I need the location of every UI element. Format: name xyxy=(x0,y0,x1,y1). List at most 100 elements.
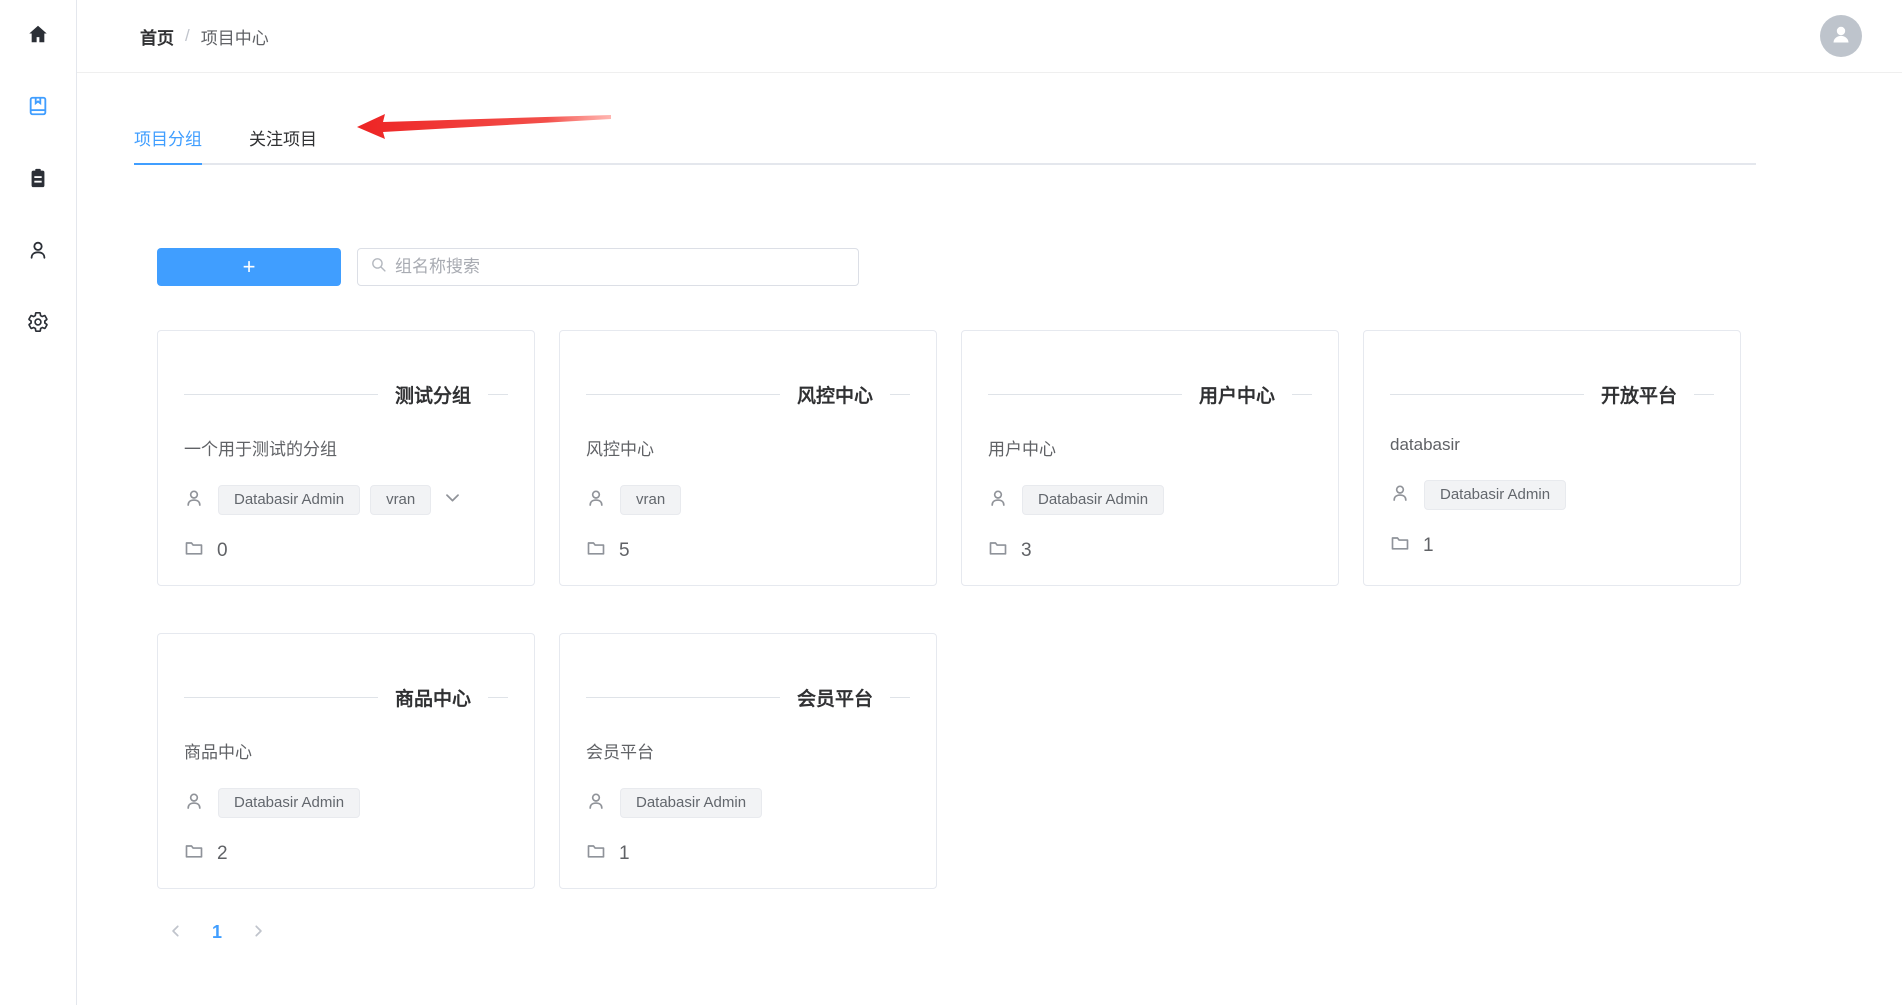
member-tag: Databasir Admin xyxy=(1022,485,1164,515)
member-row: Databasir Admin xyxy=(184,788,508,818)
sidebar-item-users[interactable] xyxy=(26,240,50,264)
member-tags: Databasir Admin xyxy=(620,788,762,818)
header: 首页 / 项目中心 xyxy=(77,0,1902,73)
count-row: 5 xyxy=(586,538,910,563)
gear-icon xyxy=(27,311,49,338)
divider-line xyxy=(890,697,910,698)
sidebar-item-projects[interactable] xyxy=(26,96,50,120)
group-card[interactable]: 用户中心 用户中心 Databasir Admin 3 xyxy=(961,330,1339,586)
divider-line xyxy=(1390,394,1584,395)
chevron-down-icon xyxy=(443,488,462,512)
project-count: 5 xyxy=(619,540,630,562)
tab-bar: 项目分组 关注项目 xyxy=(134,125,1756,165)
count-row: 3 xyxy=(988,538,1312,563)
search-box xyxy=(357,248,859,286)
group-title: 商品中心 xyxy=(395,684,471,711)
group-description: 会员平台 xyxy=(586,738,910,763)
home-icon xyxy=(27,23,49,50)
page-number[interactable]: 1 xyxy=(201,922,233,943)
tab-project-groups[interactable]: 项目分组 xyxy=(134,125,202,163)
group-card[interactable]: 开放平台 databasir Databasir Admin 1 xyxy=(1363,330,1741,586)
breadcrumb-separator: / xyxy=(185,26,190,46)
member-tags: vran xyxy=(620,485,681,515)
search-input[interactable] xyxy=(395,257,846,277)
project-count: 1 xyxy=(619,843,630,865)
divider-line xyxy=(488,394,508,395)
project-count: 3 xyxy=(1021,540,1032,562)
divider-line xyxy=(488,697,508,698)
sidebar-item-docs[interactable] xyxy=(26,168,50,192)
member-row: Databasir Admin xyxy=(1390,480,1714,510)
card-header: 会员平台 xyxy=(586,684,910,711)
card-header: 商品中心 xyxy=(184,684,508,711)
count-row: 2 xyxy=(184,841,508,866)
chevron-left-icon xyxy=(169,924,183,941)
folder-icon xyxy=(1390,533,1410,558)
group-description: 用户中心 xyxy=(988,435,1312,460)
group-title: 开放平台 xyxy=(1601,381,1677,408)
person-icon xyxy=(1829,22,1853,51)
card-header: 风控中心 xyxy=(586,381,910,408)
book-icon xyxy=(27,95,49,122)
sidebar xyxy=(0,0,77,1005)
member-tag: Databasir Admin xyxy=(218,788,360,818)
member-person-icon xyxy=(1390,483,1410,508)
divider-line xyxy=(184,394,378,395)
expand-members-button[interactable] xyxy=(443,488,462,512)
divider-line xyxy=(586,697,780,698)
member-person-icon xyxy=(988,488,1008,513)
group-card[interactable]: 风控中心 风控中心 vran 5 xyxy=(559,330,937,586)
count-row: 0 xyxy=(184,538,508,563)
group-description: 商品中心 xyxy=(184,738,508,763)
card-header: 用户中心 xyxy=(988,381,1312,408)
tab-followed-projects[interactable]: 关注项目 xyxy=(249,125,317,163)
member-person-icon xyxy=(184,791,204,816)
search-icon xyxy=(370,256,387,278)
project-count: 2 xyxy=(217,843,228,865)
folder-icon xyxy=(184,538,204,563)
group-card[interactable]: 测试分组 一个用于测试的分组 Databasir Adminvran 0 xyxy=(157,330,535,586)
group-title: 风控中心 xyxy=(797,381,873,408)
breadcrumb: 首页 / 项目中心 xyxy=(140,24,269,49)
member-tag: Databasir Admin xyxy=(620,788,762,818)
member-person-icon xyxy=(586,791,606,816)
member-tags: Databasir Admin vran xyxy=(218,485,462,515)
prev-page-button[interactable] xyxy=(169,924,183,941)
pagination: 1 xyxy=(157,917,1756,947)
folder-icon xyxy=(184,841,204,866)
folder-icon xyxy=(988,538,1008,563)
next-page-button[interactable] xyxy=(251,924,265,941)
project-count: 1 xyxy=(1423,535,1434,557)
member-row: Databasir Admin xyxy=(988,485,1312,515)
divider-line xyxy=(1292,394,1312,395)
group-card[interactable]: 会员平台 会员平台 Databasir Admin 1 xyxy=(559,633,937,889)
group-description: databasir xyxy=(1390,435,1714,455)
divider-line xyxy=(184,697,378,698)
member-row: Databasir Admin vran xyxy=(184,485,508,515)
count-row: 1 xyxy=(1390,533,1714,558)
project-count: 0 xyxy=(217,540,228,562)
avatar[interactable] xyxy=(1820,15,1862,57)
member-person-icon xyxy=(184,488,204,513)
member-person-icon xyxy=(586,488,606,513)
member-tags: Databasir Admin xyxy=(218,788,360,818)
group-description: 风控中心 xyxy=(586,435,910,460)
main: 首页 / 项目中心 项目分组 关注项目 + xyxy=(77,0,1902,1005)
breadcrumb-home[interactable]: 首页 xyxy=(140,24,174,49)
divider-line xyxy=(1694,394,1714,395)
card-header: 测试分组 xyxy=(184,381,508,408)
divider-line xyxy=(586,394,780,395)
chevron-right-icon xyxy=(251,924,265,941)
card-header: 开放平台 xyxy=(1390,381,1714,408)
divider-line xyxy=(890,394,910,395)
member-tag: Databasir Admin xyxy=(1424,480,1566,510)
add-group-button[interactable]: + xyxy=(157,248,341,286)
member-tag: vran xyxy=(370,485,431,515)
sidebar-item-settings[interactable] xyxy=(26,312,50,336)
group-title: 测试分组 xyxy=(395,381,471,408)
group-card[interactable]: 商品中心 商品中心 Databasir Admin 2 xyxy=(157,633,535,889)
member-tag: Databasir Admin xyxy=(218,485,360,515)
group-title: 会员平台 xyxy=(797,684,873,711)
content: 项目分组 关注项目 + xyxy=(77,73,1902,947)
sidebar-item-home[interactable] xyxy=(26,24,50,48)
